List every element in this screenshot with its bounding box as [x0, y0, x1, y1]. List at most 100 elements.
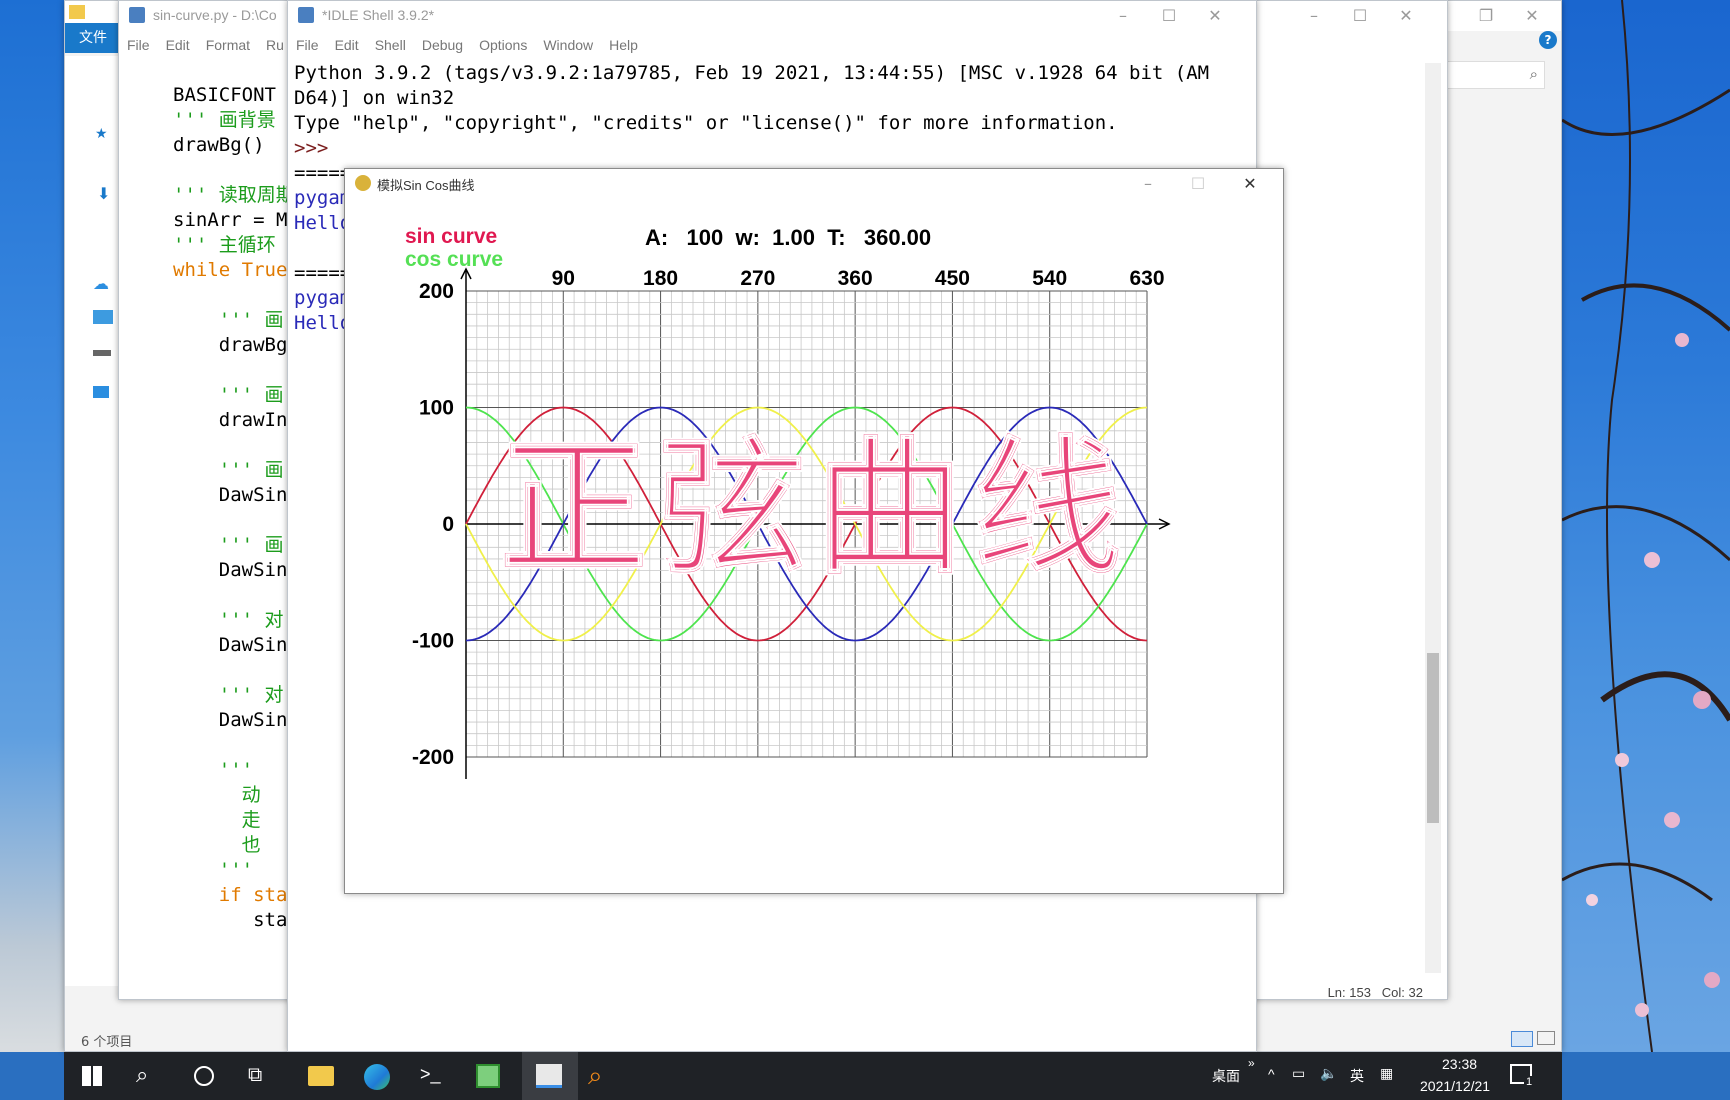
task-view-icon[interactable]: ⧉ [248, 1064, 262, 1087]
python-shell-icon [298, 7, 314, 23]
code-line: ''' 读取周期 [173, 184, 295, 206]
menu-debug[interactable]: Debug [414, 33, 471, 57]
x-tick-label: 630 [1129, 267, 1164, 290]
desktop-wallpaper-left [0, 0, 64, 1052]
code-line: ''' 对 [173, 609, 284, 631]
idle-taskbar-icon[interactable] [536, 1064, 562, 1088]
y-tick-label: 200 [419, 280, 454, 303]
maximize-icon[interactable]: ☐ [1175, 169, 1221, 199]
menu-format[interactable]: Format [198, 33, 258, 57]
volume-icon[interactable]: 🔈 [1320, 1065, 1337, 1082]
chevron-up-icon[interactable]: ^ [1268, 1066, 1275, 1082]
code-line: ''' 画 [173, 384, 284, 406]
python-file-icon [129, 7, 145, 23]
y-tick-label: -200 [412, 746, 454, 769]
cortana-icon[interactable] [194, 1066, 214, 1086]
menu-options[interactable]: Options [471, 33, 535, 57]
x-tick-label: 450 [935, 267, 970, 290]
menu-shell[interactable]: Shell [367, 33, 414, 57]
quick-access-icon[interactable]: ★ [95, 126, 108, 142]
chart-app-icon[interactable] [476, 1064, 500, 1088]
editor-scrollbar[interactable] [1425, 63, 1441, 973]
file-explorer-taskbar-icon[interactable] [308, 1066, 334, 1086]
code-line: ''' 画 [173, 309, 284, 331]
edge-icon[interactable] [364, 1064, 390, 1090]
line-number: Ln: 153 [1327, 985, 1371, 1000]
cloud-icon[interactable]: ☁ [93, 274, 109, 293]
minimize-icon[interactable]: – [1100, 1, 1146, 31]
close-icon[interactable]: ✕ [1192, 1, 1238, 31]
code-line: drawIn [173, 409, 288, 431]
drive-icon[interactable] [93, 350, 111, 356]
ime-indicator[interactable]: 英 [1350, 1066, 1364, 1086]
pygame-window: 模拟Sin Cos曲线 – ☐ ✕ sin curve cos curve A:… [344, 168, 1284, 894]
chevron-right-icon[interactable]: » [1248, 1056, 1255, 1070]
download-icon[interactable]: ⬇ [97, 184, 110, 203]
x-tick-label: 90 [552, 267, 575, 290]
minimize-icon[interactable]: – [1125, 169, 1171, 199]
close-icon[interactable]: ✕ [1383, 1, 1429, 31]
search-icon: ⌕ [1529, 65, 1538, 83]
network-icon[interactable] [93, 386, 109, 398]
restore-icon[interactable]: ❐ [1463, 1, 1509, 31]
menu-file[interactable]: File [119, 33, 158, 57]
menu-window[interactable]: Window [535, 33, 601, 57]
code-area[interactable]: BASICFONT ''' 画背景 drawBg() ''' 读取周期 sinArr … [173, 83, 295, 933]
help-icon[interactable]: ? [1539, 31, 1557, 49]
code-line: 也 [173, 834, 261, 856]
ime-mode-icon[interactable]: ▦ [1380, 1065, 1393, 1082]
navigation-pane: ★ ⬇ ☁ [65, 56, 121, 986]
shell-line: Type "help", "copyright", "credits" or "… [294, 112, 1118, 134]
explorer-status: 6 个项目 [81, 1035, 133, 1050]
clock-date[interactable]: 2021/12/21 [1420, 1078, 1490, 1094]
computer-icon[interactable] [93, 310, 113, 324]
close-icon[interactable]: ✕ [1509, 1, 1555, 31]
menu-file[interactable]: File [288, 33, 327, 57]
code-line: BASICFONT [173, 84, 288, 106]
overlay-title: 正弦曲线 [498, 422, 1130, 596]
close-icon[interactable]: ✕ [1227, 169, 1273, 199]
shell-titlebar: *IDLE Shell 3.9.2* – ☐ ✕ [288, 1, 1256, 31]
x-tick-label: 540 [1032, 267, 1067, 290]
y-tick-label: 0 [442, 513, 454, 536]
code-line: ''' 主循环 [173, 234, 276, 256]
code-line: DawSin [173, 634, 288, 656]
menu-edit[interactable]: Edit [158, 33, 198, 57]
ribbon-file-tab[interactable]: 文件 [65, 23, 121, 53]
windows-start-icon[interactable] [82, 1066, 102, 1086]
pygame-title: 模拟Sin Cos曲线 [377, 178, 475, 193]
y-tick-label: -100 [412, 630, 454, 653]
menu-edit[interactable]: Edit [327, 33, 367, 57]
network-icon[interactable]: ▭ [1292, 1065, 1305, 1082]
code-line: 走 [173, 809, 261, 831]
large-icons-view-icon[interactable] [1537, 1031, 1555, 1045]
scrollbar-thumb[interactable] [1427, 653, 1439, 823]
shell-title: *IDLE Shell 3.9.2* [322, 7, 435, 23]
shell-line: D64)] on win32 [294, 87, 455, 109]
code-line: sta [173, 909, 288, 931]
code-line: drawBg [173, 334, 288, 356]
minimize-icon[interactable]: – [1291, 1, 1337, 31]
maximize-icon[interactable]: ☐ [1337, 1, 1383, 31]
pygame-titlebar: 模拟Sin Cos曲线 – ☐ ✕ [345, 169, 1283, 199]
clock-time[interactable]: 23:38 [1442, 1056, 1477, 1072]
shell-line: Python 3.9.2 (tags/v3.9.2:1a79785, Feb 1… [294, 62, 1210, 84]
code-line: ''' 画背景 [173, 109, 276, 131]
y-tick-label: 100 [419, 397, 454, 420]
search-app-icon[interactable]: ⌕ [588, 1060, 603, 1092]
details-view-icon[interactable] [1511, 1031, 1533, 1047]
code-line: DawSin [173, 559, 288, 581]
sine-cosine-plot: 90 180 270 360 450 540 630 200 100 0 -100 -200 正弦曲线 [412, 267, 1171, 779]
desktop-toolbar-label[interactable]: 桌面 [1212, 1066, 1240, 1086]
terminal-icon[interactable]: >_ [420, 1064, 441, 1085]
menu-help[interactable]: Help [601, 33, 646, 57]
maximize-icon[interactable]: ☐ [1146, 1, 1192, 31]
code-line: DawSin [173, 484, 288, 506]
search-icon[interactable]: ⌕ [136, 1062, 148, 1088]
code-line: 动 [173, 784, 261, 806]
taskbar: ⌕ ⧉ >_ ⌕ 桌面 » ^ ▭ 🔈 英 ▦ 23:38 2021/12/21… [64, 1052, 1562, 1100]
code-line: ''' 画 [173, 459, 284, 481]
